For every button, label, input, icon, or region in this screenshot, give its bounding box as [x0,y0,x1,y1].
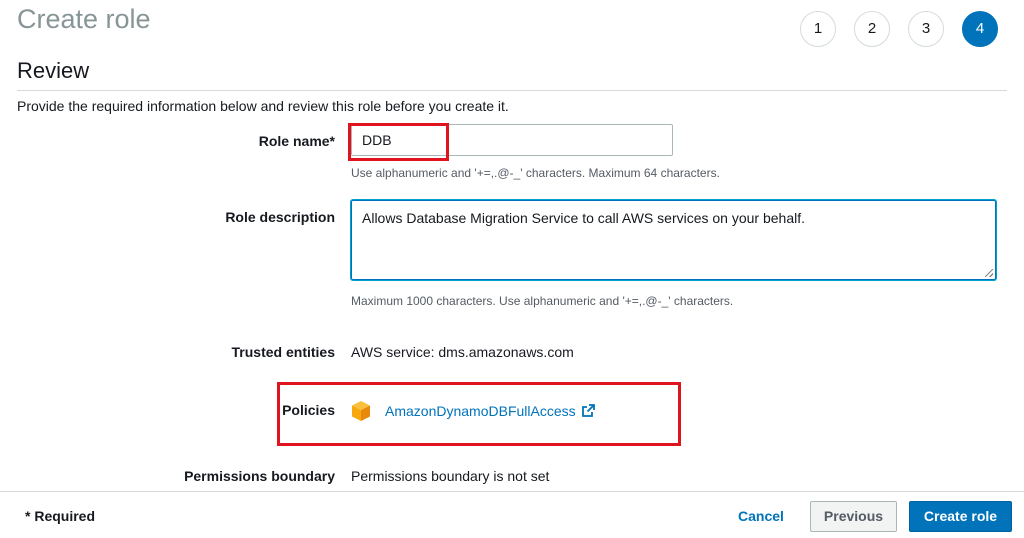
role-description-hint: Maximum 1000 characters. Use alphanumeri… [351,294,734,308]
role-name-hint: Use alphanumeric and '+=,.@-_' character… [351,166,720,180]
permissions-boundary-label: Permissions boundary [184,468,335,484]
trusted-entities-value: AWS service: dms.amazonaws.com [351,344,574,360]
review-intro: Provide the required information below a… [17,98,509,114]
wizard-footer: * Required Cancel Previous Create role [0,491,1024,538]
previous-button[interactable]: Previous [810,501,897,532]
required-note: * Required [25,508,96,524]
step-2[interactable]: 2 [854,11,890,47]
trusted-entities-label: Trusted entities [231,344,335,360]
role-description-text: Allows Database Migration Service to cal… [362,210,806,226]
permissions-boundary-value: Permissions boundary is not set [351,468,550,484]
role-description-textarea[interactable]: Allows Database Migration Service to cal… [351,200,996,280]
role-name-label: Role name* [258,133,335,149]
section-title: Review [17,58,90,83]
step-4-current[interactable]: 4 [962,11,998,47]
role-name-highlight [348,123,449,161]
step-1[interactable]: 1 [800,11,836,47]
page-title: Create role [17,4,151,34]
policies-highlight [277,382,681,446]
cancel-button[interactable]: Cancel [738,508,784,524]
section-divider [17,90,1007,91]
create-role-button[interactable]: Create role [909,501,1012,532]
step-3[interactable]: 3 [908,11,944,47]
resize-handle[interactable] [985,269,993,277]
role-description-label: Role description [225,209,335,225]
